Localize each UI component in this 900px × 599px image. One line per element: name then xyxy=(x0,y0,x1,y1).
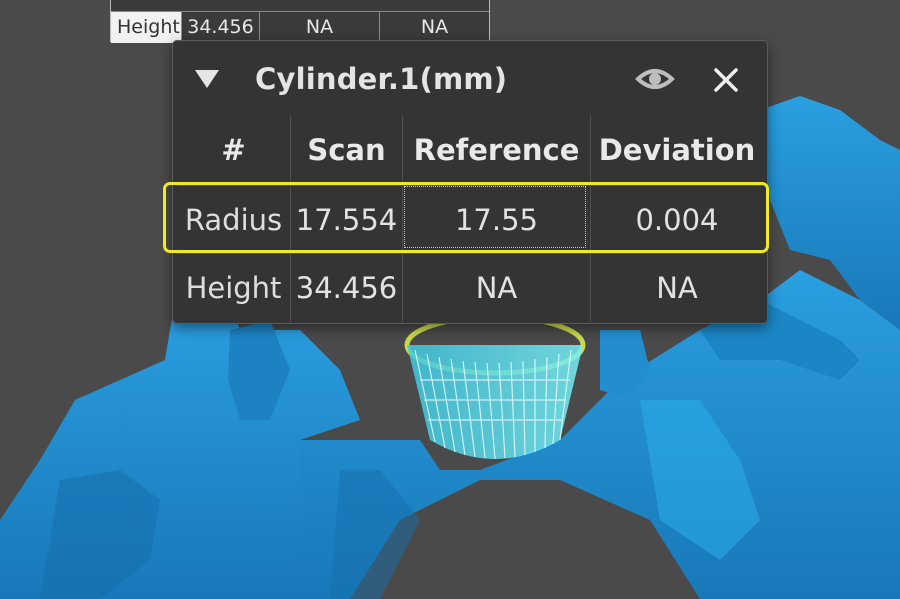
deviation-value-cell: 0.004 xyxy=(635,203,719,237)
column-header: Deviation xyxy=(598,133,756,167)
triangle-down-icon[interactable] xyxy=(193,68,221,90)
row-label: Height xyxy=(177,254,291,322)
table-row[interactable]: Height 34.456 NA NA xyxy=(177,253,763,322)
table-row: Height 34.456 NA NA xyxy=(111,11,489,43)
table-cell: NA xyxy=(259,12,379,43)
close-icon[interactable] xyxy=(711,65,741,95)
panel-title: Cylinder.1(mm) xyxy=(255,62,508,96)
row-label: Radius xyxy=(177,186,291,254)
reference-value-cell[interactable]: 17.55 xyxy=(403,186,591,254)
scan-value-cell: 17.554 xyxy=(291,186,403,254)
reference-value-cell[interactable]: NA xyxy=(403,254,591,322)
results-table: # Scan Reference Deviation Radius 17.554… xyxy=(177,115,763,322)
panel-header[interactable]: Cylinder.1(mm) xyxy=(173,41,767,115)
scan-value-cell: 34.456 xyxy=(291,254,403,322)
cylinder-wireframe[interactable] xyxy=(404,314,586,460)
eye-icon[interactable] xyxy=(635,65,675,93)
background-results-table: Height 34.456 NA NA xyxy=(110,0,490,43)
table-header-row: # Scan Reference Deviation xyxy=(177,115,763,185)
table-row[interactable]: Radius 17.554 17.55 0.004 xyxy=(177,185,763,254)
column-header: # xyxy=(177,115,291,185)
deviation-value-cell: NA xyxy=(656,271,698,305)
table-cell: 34.456 xyxy=(181,12,259,43)
column-header: Scan xyxy=(291,115,403,185)
cylinder-results-panel[interactable]: Cylinder.1(mm) # Scan Reference Deviatio… xyxy=(172,40,768,324)
column-header: Reference xyxy=(403,115,591,185)
row-label: Height xyxy=(111,12,181,43)
table-cell: NA xyxy=(379,12,489,43)
